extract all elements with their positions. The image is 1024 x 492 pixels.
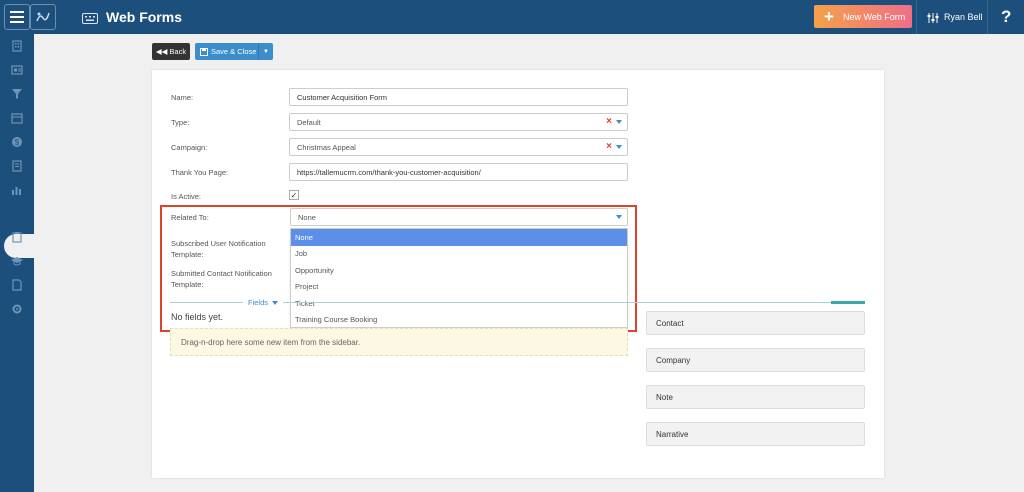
app-logo[interactable] [30,4,56,30]
fields-chevron-down-icon [272,300,279,305]
floppy-disk-icon [200,47,208,56]
type-chevron-down-icon [616,120,622,124]
clear-type-icon[interactable]: × [606,116,612,127]
highlight-box [160,205,637,332]
palette-item-note[interactable]: Note [646,385,865,409]
building-icon[interactable] [11,40,23,52]
palette-item-label: Contact [656,318,684,328]
name-input[interactable]: Customer Acquisition Form [289,88,628,106]
save-close-button[interactable]: Save & Close [195,47,258,56]
graduation-cap-icon[interactable] [11,255,23,267]
file-icon[interactable] [11,279,23,291]
is-active-checkbox[interactable]: ✓ [289,190,299,200]
campaign-label: Campaign: [171,143,208,152]
fields-toggle[interactable]: Fields [243,298,284,307]
top-bar: Web Forms + New Web Form Ryan Bell ? [0,0,1024,34]
fields-accent-bar [831,301,865,304]
id-card-icon[interactable] [11,64,23,76]
thank-you-page-value: https://tallemucrm.com/thank-you-custome… [297,167,481,177]
palette-item-contact[interactable]: Contact [646,311,865,335]
type-label: Type: [171,118,190,127]
save-close-label: Save & Close [211,47,257,56]
back-button[interactable]: ◀◀ Back [152,43,190,60]
fields-label: Fields [248,298,269,307]
save-options-dropdown[interactable]: ▼ [258,43,273,60]
type-value: Default [297,117,321,127]
campaign-select[interactable]: Christmas Appeal × [289,138,628,156]
is-active-label: Is Active: [171,192,202,201]
clipboard-icon[interactable] [11,231,23,243]
name-label: Name: [171,93,194,102]
drop-zone-hint: Drag-n-drop here some new item from the … [181,337,361,347]
thank-you-page-label: Thank You Page: [171,168,229,177]
new-web-form-button[interactable]: + New Web Form [814,5,912,28]
back-label: Back [169,47,187,56]
bar-chart-icon[interactable] [11,184,23,196]
sliders-icon [927,11,939,29]
palette-item-narrative[interactable]: Narrative [646,422,865,446]
document-icon[interactable] [11,160,23,172]
palette-item-label: Note [656,392,673,402]
filter-icon[interactable] [11,88,23,100]
type-select[interactable]: Default × [289,113,628,131]
line-chart-icon[interactable] [11,206,23,218]
plus-icon: + [824,7,834,26]
calendar-icon[interactable] [11,112,23,124]
save-close-button-group: Save & Close ▼ [195,43,273,60]
caret-down-icon: ▼ [263,48,269,55]
gear-icon[interactable] [11,303,23,315]
user-menu[interactable]: Ryan Bell [916,0,988,34]
keyboard-icon [82,11,98,29]
new-web-form-label: New Web Form [842,11,906,22]
name-value: Customer Acquisition Form [297,92,388,102]
palette-item-company[interactable]: Company [646,348,865,372]
svg-text:$: $ [15,138,20,147]
palette-item-label: Narrative [656,429,689,439]
back-arrow-icon: ◀◀ [155,47,168,56]
hamburger-menu-button[interactable] [4,4,30,30]
dollar-icon[interactable]: $ [11,136,23,148]
help-button[interactable]: ? [1001,7,1011,27]
user-name: Ryan Bell [944,12,983,22]
field-drop-zone[interactable]: Drag-n-drop here some new item from the … [170,328,628,356]
palette-item-label: Company [656,355,691,365]
campaign-value: Christmas Appeal [297,142,356,152]
thank-you-page-input[interactable]: https://tallemucrm.com/thank-you-custome… [289,163,628,181]
clear-campaign-icon[interactable]: × [606,141,612,152]
no-fields-text: No fields yet. [171,312,224,322]
sidebar: $ [0,34,34,492]
campaign-chevron-down-icon [616,145,622,149]
logo-icon [36,12,50,22]
page-title: Web Forms [106,9,182,25]
